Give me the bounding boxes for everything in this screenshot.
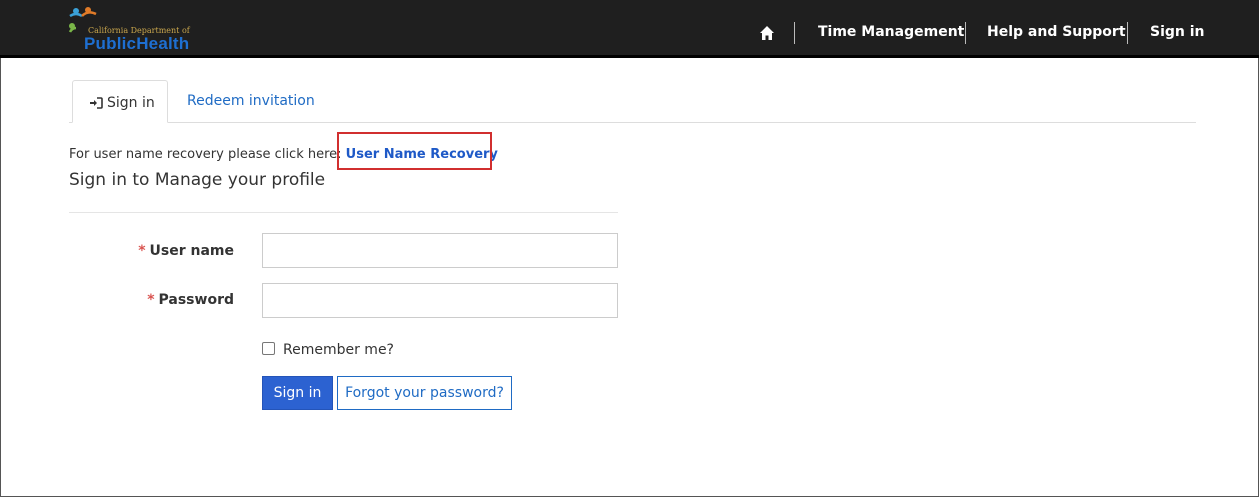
nav-sign-in[interactable]: Sign in — [1150, 0, 1205, 58]
sign-in-icon — [90, 97, 103, 109]
username-label: * User name — [64, 243, 234, 259]
home-icon[interactable] — [759, 25, 775, 41]
top-navbar: California Department of PublicHealth Ti… — [0, 0, 1259, 58]
highlight-box — [337, 132, 492, 170]
remember-me-label: Remember me? — [283, 342, 394, 358]
password-label-text: Password — [158, 292, 234, 308]
nav-separator — [794, 22, 795, 44]
password-input[interactable] — [262, 283, 618, 318]
tabs-underline — [69, 122, 1196, 123]
sign-in-button[interactable]: Sign in — [262, 376, 333, 410]
nav-separator — [965, 22, 966, 44]
required-asterisk: * — [147, 292, 155, 308]
cdph-logo[interactable]: California Department of PublicHealth — [68, 6, 208, 53]
remember-me-checkbox[interactable] — [262, 342, 275, 355]
username-label-text: User name — [149, 243, 234, 259]
nav-separator — [1127, 22, 1128, 44]
tab-redeem-invitation[interactable]: Redeem invitation — [187, 93, 315, 109]
forgot-password-button[interactable]: Forgot your password? — [337, 376, 512, 410]
remember-me[interactable]: Remember me? — [262, 342, 394, 358]
nav-time-management[interactable]: Time Management — [818, 0, 964, 58]
required-asterisk: * — [138, 243, 146, 259]
nav-help-support[interactable]: Help and Support — [987, 0, 1126, 58]
recovery-prompt: For user name recovery please click here… — [69, 147, 346, 162]
tab-sign-in-label: Sign in — [107, 95, 155, 111]
tab-sign-in[interactable]: Sign in — [72, 80, 168, 123]
username-input[interactable] — [262, 233, 618, 268]
logo-brand-text: PublicHealth — [84, 34, 190, 53]
password-label: * Password — [64, 292, 234, 308]
page-title: Sign in to Manage your profile — [69, 170, 326, 190]
divider — [69, 212, 618, 213]
